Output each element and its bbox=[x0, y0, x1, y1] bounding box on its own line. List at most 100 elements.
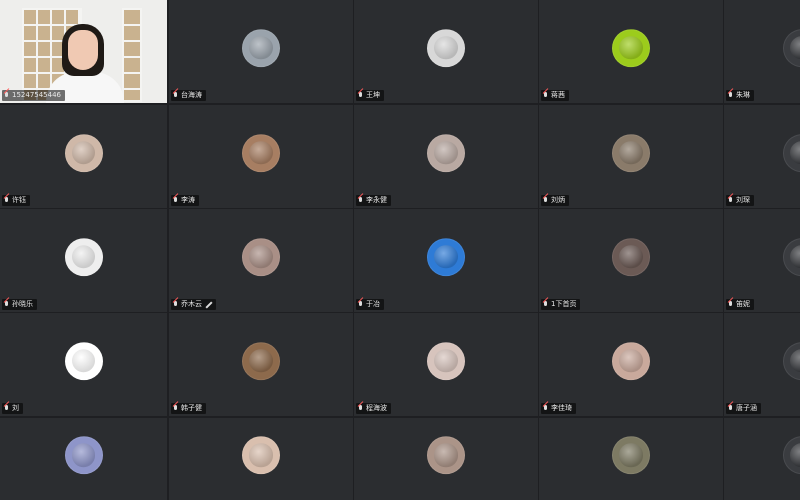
participant-tile[interactable]: 笛妮 bbox=[724, 209, 800, 312]
pencil-icon bbox=[206, 302, 212, 308]
participant-tile[interactable] bbox=[354, 418, 538, 500]
muted-mic-icon bbox=[173, 301, 179, 308]
avatar bbox=[64, 436, 103, 475]
muted-mic-icon bbox=[358, 405, 364, 412]
participant-tile[interactable]: 韩子健 bbox=[169, 313, 353, 416]
participant-name: 唐子涵 bbox=[736, 404, 757, 412]
avatar bbox=[612, 28, 650, 67]
participant-name: 蒋茜 bbox=[551, 91, 565, 99]
bookshelf bbox=[122, 8, 142, 102]
participant-tile[interactable] bbox=[539, 418, 723, 500]
avatar bbox=[242, 341, 280, 380]
muted-mic-icon bbox=[173, 405, 179, 412]
participant-nameplate: 刘琛 bbox=[726, 195, 754, 206]
participant-name: 15247545446 bbox=[12, 91, 61, 99]
participant-tile[interactable]: 刘炳 bbox=[539, 105, 723, 208]
muted-mic-icon bbox=[728, 405, 734, 412]
muted-mic-icon bbox=[4, 197, 10, 204]
participant-tile[interactable]: 李佳琦 bbox=[539, 313, 723, 416]
participant-name: 笛妮 bbox=[736, 300, 750, 308]
participant-tile[interactable] bbox=[0, 418, 167, 500]
participant-name: 乔木云 bbox=[181, 300, 202, 308]
avatar bbox=[242, 436, 280, 475]
muted-mic-icon bbox=[543, 405, 549, 412]
participant-nameplate: 唐子涵 bbox=[726, 403, 761, 414]
participant-nameplate: 许钰 bbox=[2, 195, 30, 206]
participant-tile[interactable]: 于冶 bbox=[354, 209, 538, 312]
avatar bbox=[242, 133, 280, 172]
participant-name: 韩子健 bbox=[181, 404, 202, 412]
participant-nameplate: 台海涛 bbox=[171, 90, 206, 101]
person-face bbox=[68, 30, 98, 70]
participant-name: 刘琛 bbox=[736, 196, 750, 204]
muted-mic-icon bbox=[728, 301, 734, 308]
participant-tile[interactable]: 刘 bbox=[0, 313, 167, 416]
participant-nameplate: 乔木云 bbox=[171, 299, 216, 310]
participant-name: 李佳琦 bbox=[551, 404, 572, 412]
participant-tile[interactable]: 蒋茜 bbox=[539, 0, 723, 103]
participant-tile[interactable]: 朱琳 bbox=[724, 0, 800, 103]
participant-name: 许钰 bbox=[12, 196, 26, 204]
participant-nameplate: 程海波 bbox=[356, 403, 391, 414]
participant-name: 孙晓乐 bbox=[12, 300, 33, 308]
avatar bbox=[242, 28, 280, 67]
avatar bbox=[64, 341, 103, 380]
muted-mic-icon bbox=[358, 197, 364, 204]
participant-name: 台海涛 bbox=[181, 91, 202, 99]
participant-tile[interactable]: 唐子涵 bbox=[724, 313, 800, 416]
participant-nameplate: 李佳琦 bbox=[541, 403, 576, 414]
avatar bbox=[783, 436, 800, 475]
participant-nameplate: 朱琳 bbox=[726, 90, 754, 101]
avatar bbox=[64, 237, 103, 276]
participant-name: 刘 bbox=[12, 404, 19, 412]
muted-mic-icon bbox=[728, 197, 734, 204]
muted-mic-icon bbox=[543, 301, 549, 308]
participant-name: 1下首页 bbox=[551, 300, 577, 308]
avatar bbox=[427, 237, 465, 276]
participant-nameplate: 1下首页 bbox=[541, 299, 581, 310]
participant-tile[interactable]: 刘琛 bbox=[724, 105, 800, 208]
participant-grid: 15247545446 台海涛 王坤 蒋茜 朱琳许钰 李涛 李永健 刘炳 刘琛孙晓乐 乔木云 于冶 1… bbox=[0, 0, 800, 500]
avatar bbox=[427, 436, 465, 475]
participant-tile[interactable]: 李永健 bbox=[354, 105, 538, 208]
avatar bbox=[612, 237, 650, 276]
participant-tile[interactable]: 1下首页 bbox=[539, 209, 723, 312]
participant-tile[interactable]: 台海涛 bbox=[169, 0, 353, 103]
participant-nameplate: 刘 bbox=[2, 403, 23, 414]
participant-tile[interactable]: 李涛 bbox=[169, 105, 353, 208]
participant-name: 李永健 bbox=[366, 196, 387, 204]
avatar bbox=[612, 341, 650, 380]
participant-tile[interactable] bbox=[169, 418, 353, 500]
avatar bbox=[612, 436, 650, 475]
participant-nameplate: 李永健 bbox=[356, 195, 391, 206]
participant-name: 程海波 bbox=[366, 404, 387, 412]
avatar bbox=[427, 341, 465, 380]
participant-nameplate: 韩子健 bbox=[171, 403, 206, 414]
participant-tile[interactable]: 许钰 bbox=[0, 105, 167, 208]
muted-mic-icon bbox=[4, 92, 10, 99]
participant-tile[interactable]: 乔木云 bbox=[169, 209, 353, 312]
avatar bbox=[427, 133, 465, 172]
participant-name: 于冶 bbox=[366, 300, 380, 308]
participant-tile[interactable]: 孙晓乐 bbox=[0, 209, 167, 312]
participant-name: 李涛 bbox=[181, 196, 195, 204]
avatar bbox=[242, 237, 280, 276]
avatar bbox=[64, 133, 103, 172]
muted-mic-icon bbox=[4, 301, 10, 308]
participant-tile[interactable] bbox=[724, 418, 800, 500]
participant-name: 刘炳 bbox=[551, 196, 565, 204]
muted-mic-icon bbox=[543, 92, 549, 99]
avatar bbox=[612, 133, 650, 172]
participant-nameplate: 15247545446 bbox=[2, 90, 65, 101]
muted-mic-icon bbox=[173, 92, 179, 99]
participant-name: 王坤 bbox=[366, 91, 380, 99]
muted-mic-icon bbox=[358, 92, 364, 99]
muted-mic-icon bbox=[4, 405, 10, 412]
participant-video-tile[interactable]: 15247545446 bbox=[0, 0, 167, 103]
participant-tile[interactable]: 程海波 bbox=[354, 313, 538, 416]
muted-mic-icon bbox=[728, 92, 734, 99]
avatar bbox=[783, 133, 800, 172]
avatar bbox=[783, 237, 800, 276]
participant-tile[interactable]: 王坤 bbox=[354, 0, 538, 103]
muted-mic-icon bbox=[173, 197, 179, 204]
